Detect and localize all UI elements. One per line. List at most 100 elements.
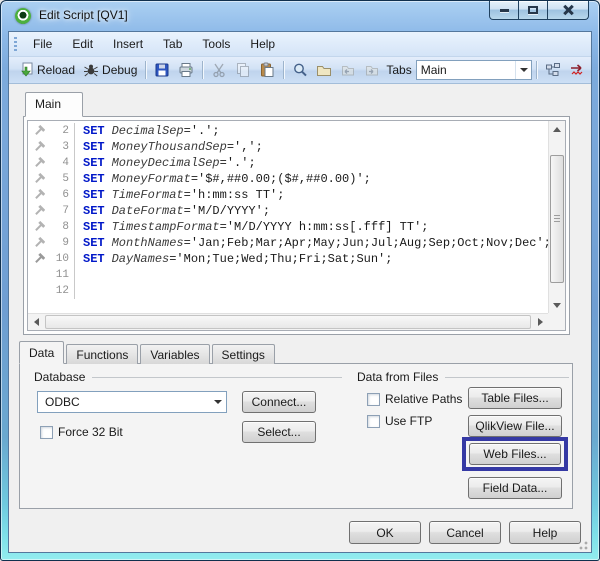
new-tab-button[interactable] (312, 60, 336, 80)
keyword: SET (83, 204, 105, 218)
debug-label: Debug (102, 63, 138, 77)
scroll-down-button[interactable] (549, 297, 565, 313)
demote-tab-button[interactable] (360, 60, 384, 80)
triangle-left-icon (33, 318, 39, 326)
script-tab-main[interactable]: Main (25, 92, 83, 117)
reload-button[interactable]: Reload (14, 60, 79, 80)
force-32bit-checkbox[interactable] (40, 425, 53, 439)
close-button[interactable] (547, 1, 589, 20)
select-button[interactable]: Select... (242, 421, 316, 443)
tab-data[interactable]: Data (19, 341, 65, 364)
cancel-button[interactable]: Cancel (429, 521, 501, 544)
scroll-left-button[interactable] (28, 314, 44, 330)
web-files-button[interactable]: Web Files... (469, 443, 561, 465)
variable-name: MoneyFormat (111, 172, 191, 186)
script-line: 3 SET MoneyThousandSep=','; (28, 139, 547, 155)
script-lines: 2 SET DecimalSep='.'; 3 SET MoneyThousandS… (28, 123, 551, 312)
force-32bit-option: Force 32 Bit (40, 425, 123, 439)
line-number: 4 (62, 157, 69, 169)
tab-functions[interactable]: Functions (66, 344, 139, 364)
script-line: 7 SET DateFormat='M/D/YYYY'; (28, 203, 547, 219)
tab-selector-value: Main (420, 63, 447, 77)
horizontal-scroll-thumb[interactable] (45, 315, 531, 329)
menu-edit[interactable]: Edit (62, 34, 103, 54)
paste-button[interactable] (255, 60, 279, 80)
window-controls (489, 1, 589, 20)
table-viewer-button[interactable] (541, 60, 565, 80)
relative-paths-checkbox[interactable] (367, 392, 380, 406)
help-button[interactable]: Help (509, 521, 581, 544)
menubar-grip[interactable] (14, 36, 17, 52)
variable-name: MoneyDecimalSep (111, 156, 220, 170)
vertical-scroll-thumb[interactable] (550, 155, 564, 283)
find-button[interactable] (288, 60, 312, 80)
tabs-label: Tabs (386, 63, 412, 77)
script-line: 11 (28, 267, 547, 283)
menu-file[interactable]: File (23, 34, 62, 54)
field-data-button[interactable]: Field Data... (468, 477, 562, 499)
line-number: 6 (62, 189, 69, 201)
tab-variables[interactable]: Variables (140, 344, 210, 364)
database-driver-combobox[interactable]: ODBC (37, 391, 227, 413)
hammer-icon (28, 189, 50, 201)
minimize-button[interactable] (489, 1, 519, 20)
line-number: 5 (62, 173, 69, 185)
statement-value: ='h:mm:ss TT'; (183, 188, 285, 202)
data-tab-panel: Database ODBC Connect... Force 32 Bit Se… (19, 363, 573, 509)
statement-value: ='M/D/YYYY'; (183, 204, 271, 218)
vertical-scrollbar[interactable] (548, 121, 565, 313)
save-button[interactable] (150, 60, 174, 80)
scroll-right-button[interactable] (532, 314, 548, 330)
use-ftp-option: Use FTP (367, 414, 432, 428)
cut-button[interactable] (207, 60, 231, 80)
relative-paths-label: Relative Paths (385, 392, 463, 406)
menu-help[interactable]: Help (240, 34, 285, 54)
menu-tools[interactable]: Tools (192, 34, 240, 54)
promote-tab-button[interactable] (336, 60, 360, 80)
new-tab-icon (316, 62, 332, 78)
tab-selector-combobox[interactable]: Main (415, 60, 533, 80)
group-divider (445, 376, 569, 378)
tab-selector-dropdown-button[interactable] (515, 61, 531, 79)
statement-value: ='$#,##0.00;($#,##0.00)'; (190, 172, 371, 186)
variable-name: TimestampFormat (111, 220, 220, 234)
menu-insert[interactable]: Insert (103, 34, 153, 54)
close-icon (562, 5, 574, 15)
ok-button[interactable]: OK (349, 521, 421, 544)
qlikview-app-icon (15, 8, 31, 24)
use-ftp-label: Use FTP (385, 414, 433, 428)
toolbar: Reload Debug Tabs Main (9, 57, 591, 84)
qlikview-file-button[interactable]: QlikView File... (468, 415, 562, 437)
chevron-down-icon (213, 400, 222, 404)
hammer-icon (28, 173, 50, 185)
syntax-check-icon (569, 62, 587, 78)
hammer-icon (28, 221, 50, 233)
title-bar[interactable]: Edit Script [QV1] (1, 1, 599, 31)
script-line: 8 SET TimestampFormat='M/D/YYYY h:mm:ss[.… (28, 219, 547, 235)
statement-value: ='Jan;Feb;Mar;Apr;May;Jun;Jul;Aug;Sep;Oc… (183, 236, 551, 250)
keyword: SET (83, 124, 105, 138)
maximize-button[interactable] (518, 1, 548, 20)
connect-button[interactable]: Connect... (242, 391, 316, 413)
resize-grip[interactable] (577, 539, 588, 550)
tab-settings[interactable]: Settings (211, 344, 275, 364)
use-ftp-checkbox[interactable] (367, 414, 380, 428)
menu-tab[interactable]: Tab (153, 34, 192, 54)
reload-label: Reload (37, 63, 76, 77)
copy-button[interactable] (231, 60, 255, 80)
table-files-button[interactable]: Table Files... (468, 387, 562, 409)
keyword: SET (83, 236, 105, 250)
horizontal-scrollbar[interactable] (28, 313, 548, 330)
script-editor-frame: 2 SET DecimalSep='.'; 3 SET MoneyThousandS… (23, 116, 570, 335)
script-editor[interactable]: 2 SET DecimalSep='.'; 3 SET MoneyThousandS… (27, 120, 566, 331)
data-from-files-group: Data from Files (357, 370, 569, 384)
group-divider (92, 376, 342, 378)
debug-button[interactable]: Debug (79, 60, 141, 80)
scroll-up-button[interactable] (549, 121, 565, 137)
syntax-check-button[interactable] (565, 60, 591, 80)
database-driver-dropdown-button[interactable] (209, 392, 226, 412)
web-files-highlight-box: Web Files... (462, 437, 568, 471)
print-button[interactable] (174, 60, 198, 80)
bottom-tabstrip: Data Functions Variables Settings (19, 341, 277, 364)
hammer-icon (28, 253, 50, 265)
